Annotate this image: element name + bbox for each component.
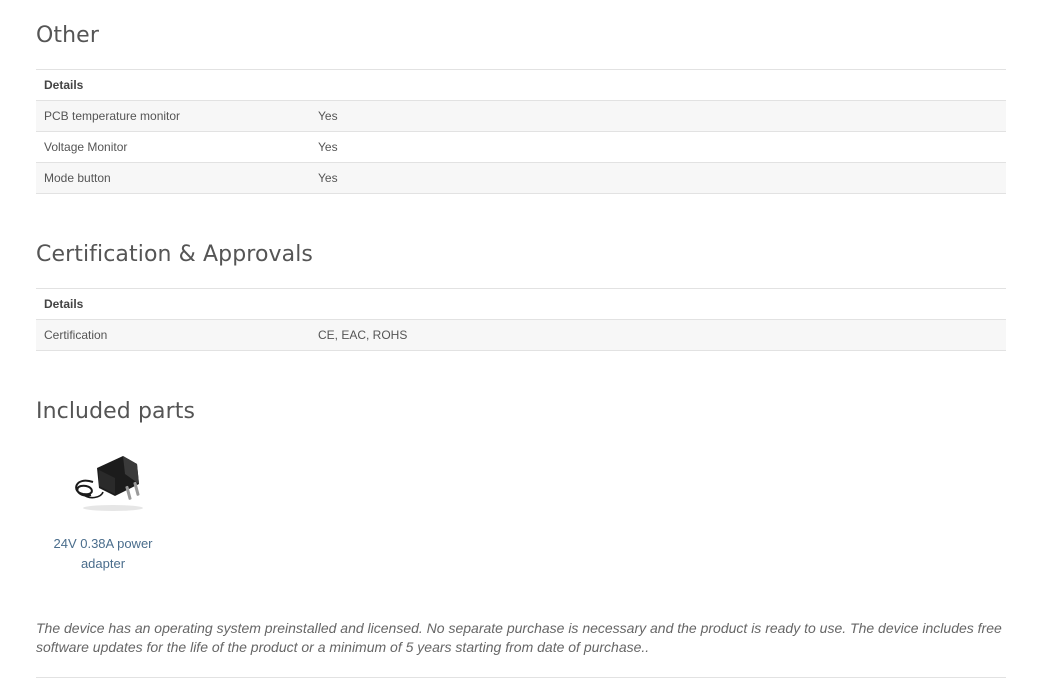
spec-table-other: Details PCB temperature monitor Yes Volt…: [36, 69, 1006, 194]
spec-key: Certification: [44, 328, 108, 342]
table-row: Voltage Monitor Yes: [36, 132, 1006, 163]
power-adapter-icon[interactable]: [53, 448, 153, 518]
included-part-link[interactable]: 24V 0.38A power adapter: [36, 534, 170, 574]
spec-key: Mode button: [44, 171, 111, 185]
table-header: Details: [36, 289, 1006, 320]
spec-value: Yes: [318, 171, 338, 185]
table-header: Details: [36, 70, 1006, 101]
spec-value: Yes: [318, 109, 338, 123]
section-title-other: Other: [36, 23, 99, 48]
included-part-item[interactable]: 24V 0.38A power adapter: [36, 448, 170, 574]
spec-key: Voltage Monitor: [44, 140, 128, 154]
table-header-label: Details: [44, 78, 84, 92]
spec-table-certification: Details Certification CE, EAC, ROHS: [36, 288, 1006, 351]
table-header-label: Details: [44, 297, 84, 311]
spec-value: CE, EAC, ROHS: [318, 328, 408, 342]
spec-value: Yes: [318, 140, 338, 154]
table-row: Mode button Yes: [36, 163, 1006, 194]
footer-note: The device has an operating system prein…: [36, 620, 1002, 655]
divider: [36, 677, 1006, 678]
table-row: Certification CE, EAC, ROHS: [36, 320, 1006, 351]
section-title-included-parts: Included parts: [36, 399, 196, 424]
table-row: PCB temperature monitor Yes: [36, 101, 1006, 132]
section-title-certification: Certification & Approvals: [36, 242, 313, 267]
spec-key: PCB temperature monitor: [44, 109, 181, 123]
